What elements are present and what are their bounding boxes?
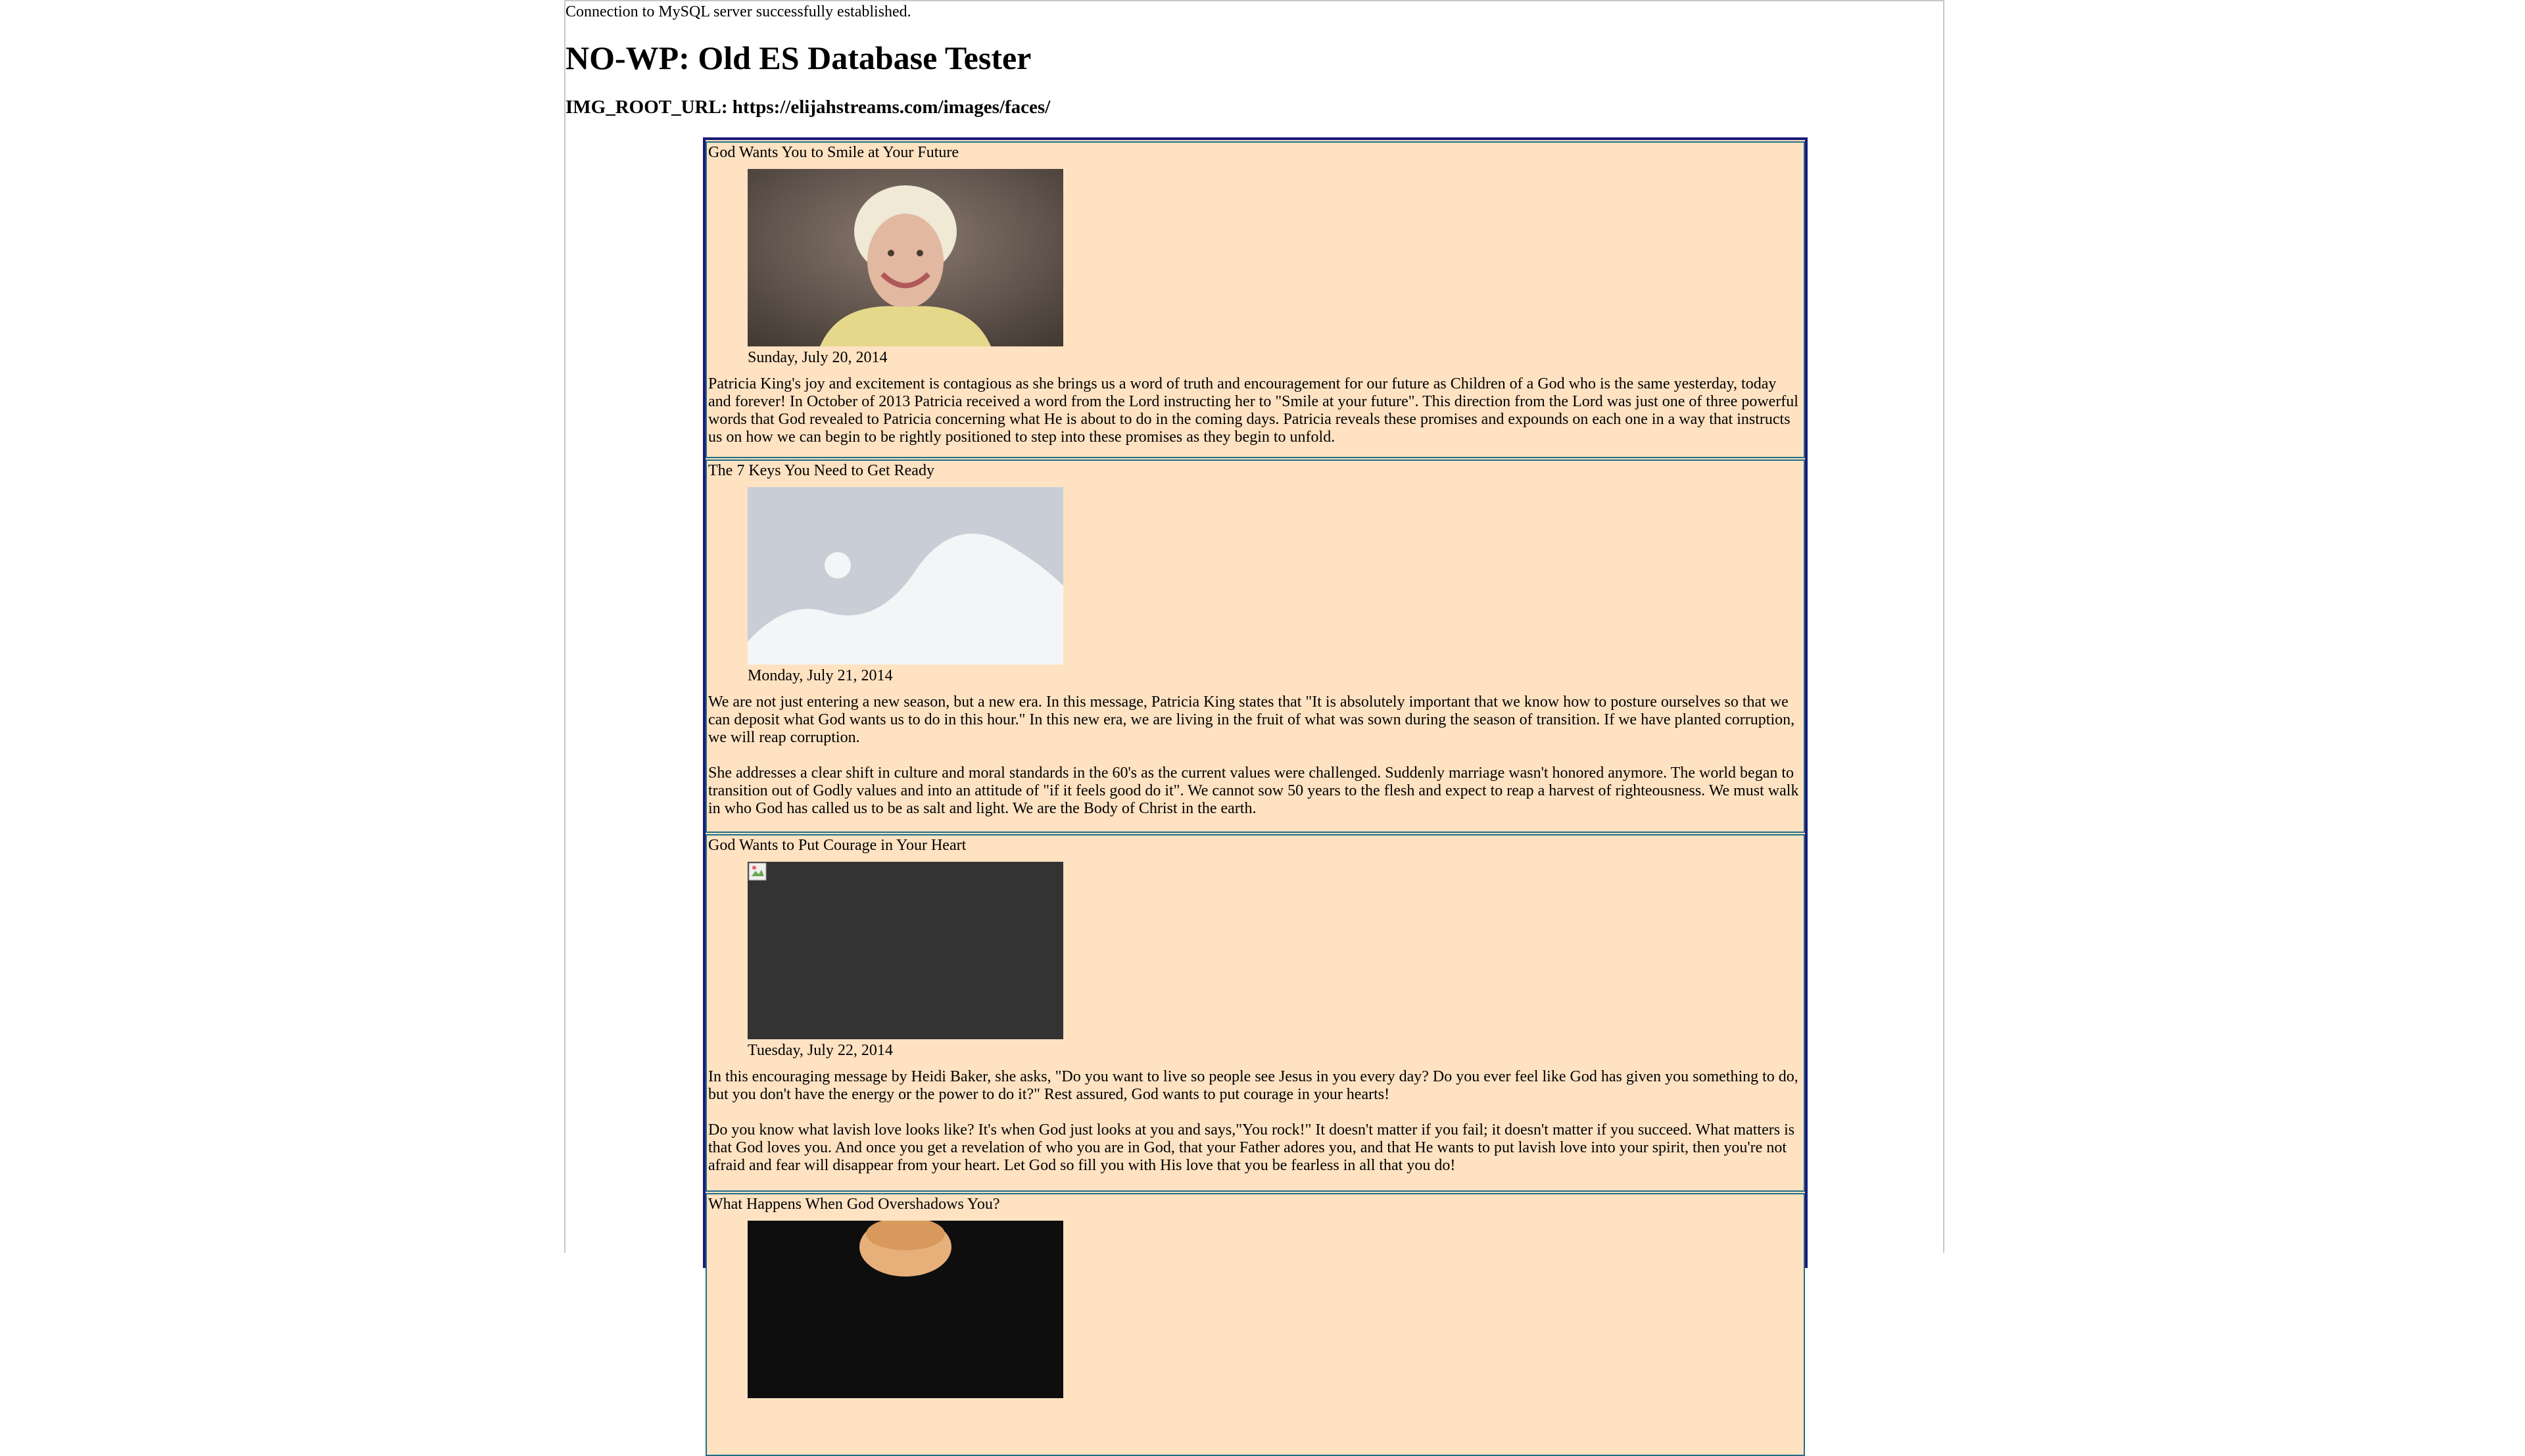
image-placeholder-icon [748,487,1063,665]
entry-title: What Happens When God Overshadows You? [708,1196,1000,1213]
entry-date: Monday, July 21, 2014 [748,667,893,684]
img-root-url: IMG_ROOT_URL: https://elijahstreams.com/… [565,97,1051,118]
entry-date: Tuesday, July 22, 2014 [748,1042,893,1059]
entry-paragraph: Patricia King's joy and excitement is co… [708,375,1798,446]
entry-row: God Wants to Put Courage in Your Heart T… [706,834,1805,1192]
entry-thumbnail [748,169,1063,346]
entry-paragraph: She addresses a clear shift in culture a… [708,764,1799,817]
entry-description: In this encouraging message by Heidi Bak… [707,1062,1804,1175]
entry-title: The 7 Keys You Need to Get Ready [708,462,934,479]
entry-title: God Wants to Put Courage in Your Heart [708,837,967,854]
scrollbar-track[interactable] [2507,0,2525,1253]
entry-description: We are not just entering a new season, b… [707,687,1804,818]
connection-status: Connection to MySQL server successfully … [565,3,911,20]
entry-thumbnail [748,1221,1063,1398]
entry-row: God Wants You to Smile at Your Future Su… [706,141,1805,458]
broken-image-icon [748,862,1063,1039]
entries-table: God Wants You to Smile at Your Future Su… [703,137,1808,1456]
entry-paragraph: Do you know what lavish love looks like?… [708,1121,1795,1174]
entry-row: What Happens When God Overshadows You? [706,1193,1805,1456]
entry-row: The 7 Keys You Need to Get Ready Monday,… [706,459,1805,833]
entry-title: God Wants You to Smile at Your Future [708,144,959,161]
entry-paragraph: In this encouraging message by Heidi Bak… [708,1068,1798,1103]
entry-paragraph: We are not just entering a new season, b… [708,693,1795,746]
entry-date: Sunday, July 20, 2014 [748,349,888,366]
page-container: Connection to MySQL server successfully … [564,0,1944,1456]
page-title: NO-WP: Old ES Database Tester [565,39,1032,76]
entry-description: Patricia King's joy and excitement is co… [707,369,1804,446]
